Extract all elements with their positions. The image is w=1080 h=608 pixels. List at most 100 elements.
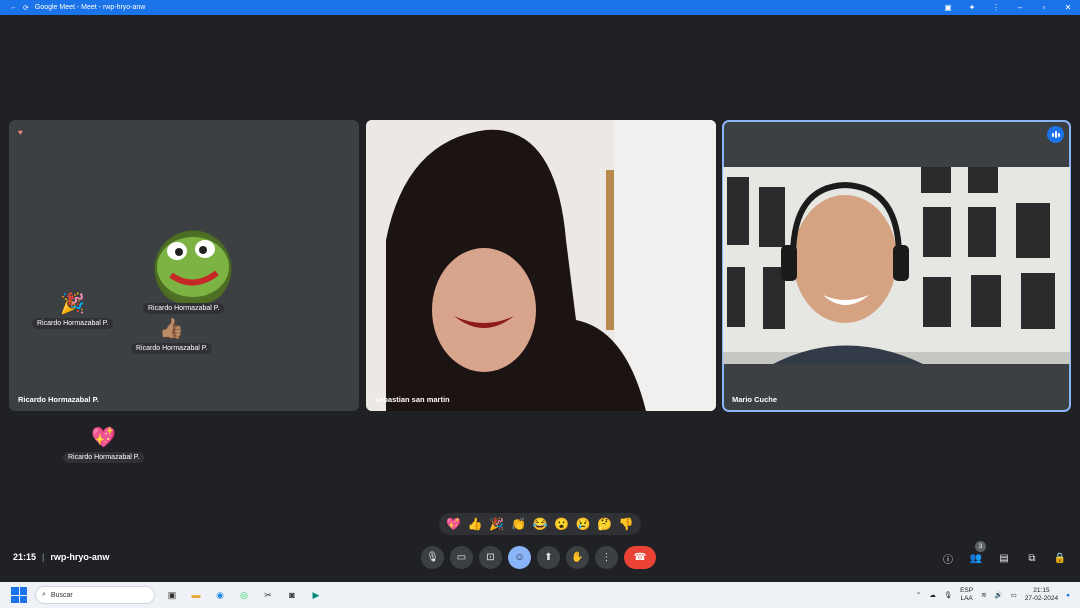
- camera-icon: ▭: [456, 552, 467, 563]
- reaction-sender: Ricardo Hormazabal P.: [32, 318, 114, 329]
- browser-menu-icon[interactable]: ⋮: [984, 0, 1008, 15]
- search-icon: ⌕: [42, 591, 46, 598]
- floating-reaction: 👍🏽 Ricardo Hormazabal P.: [131, 318, 213, 354]
- chat-icon: ▤: [999, 552, 1009, 564]
- present-icon: ⬆: [544, 552, 553, 563]
- captions-icon: ⊡: [486, 552, 495, 563]
- emoji-icon: ☺: [514, 552, 525, 563]
- video-feed: [723, 167, 1070, 364]
- wifi-icon[interactable]: ≋: [981, 591, 986, 599]
- camera-status-icon[interactable]: ▣: [936, 0, 960, 15]
- microphone-tray-icon[interactable]: 🎙: [944, 591, 952, 599]
- divider: |: [42, 552, 45, 562]
- windows-start-icon[interactable]: [11, 587, 27, 603]
- floating-reaction: 🦎 Ricardo Hormazabal P.: [143, 278, 225, 314]
- whatsapp-icon[interactable]: ◎: [235, 586, 253, 604]
- google-meet-app-icon[interactable]: ▶: [307, 586, 325, 604]
- floating-reaction: 💖 Ricardo Hormazabal P.: [63, 427, 145, 463]
- captions-button[interactable]: ⊡: [479, 546, 502, 569]
- onedrive-icon[interactable]: ☁: [929, 591, 936, 599]
- extensions-icon[interactable]: ✦: [960, 0, 984, 15]
- capcut-icon[interactable]: ✂: [259, 586, 277, 604]
- reaction-party-button[interactable]: 🎉: [489, 517, 504, 531]
- meet-stage: ♥ 🎉 Ricardo Hormazabal P. 👍🏽 Ricardo Hor…: [0, 15, 1080, 582]
- reaction-emoji: 💖: [91, 427, 117, 449]
- keyboard-layout: LAA: [960, 595, 973, 602]
- language-code: ESP: [960, 587, 974, 594]
- chevron-up-icon[interactable]: ⌃: [916, 591, 921, 599]
- participant-tile[interactable]: sebastian san martin: [366, 120, 716, 411]
- phone-hangup-icon: ☎: [633, 552, 647, 563]
- clock-date: 27-02-2024: [1024, 595, 1059, 602]
- emoji-button[interactable]: ☺: [508, 546, 531, 569]
- mic-icon: 🎙: [426, 552, 439, 563]
- os-taskbar: ⌕ Buscar ▣ ▬ ◉ ◎ ✂ ◙ ▶ ⌃ ☁ 🎙 ESP LAA ≋ 🔊…: [0, 582, 1080, 608]
- more-vert-icon: ⋮: [601, 552, 612, 563]
- participant-name: Mario Cuche: [732, 395, 778, 404]
- video-feed: [366, 120, 716, 411]
- notification-icon[interactable]: ●: [1066, 592, 1070, 599]
- back-arrow-icon[interactable]: ←: [10, 4, 17, 11]
- floating-reaction: 🎉 Ricardo Hormazabal P.: [32, 293, 114, 329]
- leave-call-button[interactable]: ☎: [624, 546, 656, 569]
- activities-button[interactable]: ⧉: [1024, 550, 1040, 566]
- reaction-emoji: 👍🏽: [159, 318, 185, 340]
- camera-app-icon[interactable]: ◙: [283, 586, 301, 604]
- taskbar-apps: ▣ ▬ ◉ ◎ ✂ ◙ ▶: [163, 586, 325, 604]
- maximize-button[interactable]: ▫: [1032, 0, 1056, 15]
- clock[interactable]: 21:15 27-02-2024: [1025, 587, 1058, 603]
- participant-tile-active-speaker[interactable]: Mario Cuche: [722, 120, 1071, 412]
- minimize-button[interactable]: –: [1008, 0, 1032, 15]
- reaction-picker: 💖 👍 🎉 👏 😂 😮 😢 🤔 👎: [439, 513, 641, 535]
- reaction-sad-button[interactable]: 😢: [576, 517, 591, 531]
- meeting-code[interactable]: rwp-hryo-anw: [50, 552, 109, 562]
- participants-count-badge: 3: [975, 541, 986, 552]
- mic-button[interactable]: 🎙: [421, 546, 444, 569]
- reaction-heart-button[interactable]: 💖: [446, 517, 461, 531]
- reaction-laugh-button[interactable]: 😂: [532, 517, 547, 531]
- task-view-icon[interactable]: ▣: [163, 586, 181, 604]
- more-options-button[interactable]: ⋮: [595, 546, 618, 569]
- camera-button[interactable]: ▭: [450, 546, 473, 569]
- search-placeholder: Buscar: [50, 591, 73, 599]
- meeting-time: 21:15: [13, 552, 37, 562]
- reaction-thumbs-down-button[interactable]: 👎: [619, 517, 634, 531]
- reaction-sender: Ricardo Hormazabal P.: [143, 303, 225, 314]
- raise-hand-button[interactable]: ✋: [566, 546, 589, 569]
- side-controls: ⓘ 👥 3 ▤ ⧉ 🔒: [940, 541, 1068, 566]
- meeting-details-button[interactable]: ⓘ: [940, 550, 956, 566]
- reaction-surprise-button[interactable]: 😮: [554, 517, 569, 531]
- taskbar-search[interactable]: ⌕ Buscar: [35, 586, 155, 604]
- window-title: Google Meet - Meet - rwp-hryo-anw: [34, 4, 146, 11]
- participant-tile[interactable]: ♥ 🎉 Ricardo Hormazabal P. 👍🏽 Ricardo Hor…: [9, 120, 359, 411]
- present-button[interactable]: ⬆: [537, 546, 560, 569]
- participant-name: Ricardo Hormazabal P.: [18, 395, 99, 404]
- edge-browser-icon[interactable]: ◉: [211, 586, 229, 604]
- file-explorer-icon[interactable]: ▬: [187, 586, 205, 604]
- heart-icon: ♥: [18, 128, 23, 137]
- lock-person-icon: 🔒: [1053, 552, 1067, 564]
- reaction-sender: Ricardo Hormazabal P.: [131, 343, 213, 354]
- volume-icon[interactable]: 🔊: [995, 591, 1003, 599]
- hand-icon: ✋: [571, 552, 584, 563]
- participant-name: sebastian san martin: [375, 395, 450, 404]
- system-tray: ⌃ ☁ 🎙 ESP LAA ≋ 🔊 ▭ 21:15 27-02-2024 ●: [916, 582, 1070, 608]
- close-button[interactable]: ✕: [1056, 0, 1080, 15]
- battery-icon[interactable]: ▭: [1011, 591, 1017, 599]
- activities-icon: ⧉: [1028, 552, 1036, 564]
- speaking-indicator-icon: [1047, 126, 1064, 143]
- people-icon: 👥: [969, 552, 983, 564]
- chat-button[interactable]: ▤: [996, 550, 1012, 566]
- reaction-clap-button[interactable]: 👏: [511, 517, 526, 531]
- people-button[interactable]: 👥 3: [968, 541, 986, 566]
- host-controls-button[interactable]: 🔒: [1052, 550, 1068, 566]
- meeting-info: 21:15 | rwp-hryo-anw: [13, 552, 109, 562]
- reload-icon[interactable]: ⟳: [23, 4, 29, 12]
- reaction-thinking-button[interactable]: 🤔: [597, 517, 612, 531]
- info-icon: ⓘ: [943, 554, 953, 566]
- clock-time: 21:15: [1033, 587, 1050, 594]
- window-titlebar: ← ⟳ Google Meet - Meet - rwp-hryo-anw ▣ …: [0, 0, 1080, 15]
- reaction-thumbs-up-button[interactable]: 👍: [468, 517, 483, 531]
- language-indicator[interactable]: ESP LAA: [960, 587, 973, 603]
- reaction-emoji: 🎉: [60, 293, 86, 315]
